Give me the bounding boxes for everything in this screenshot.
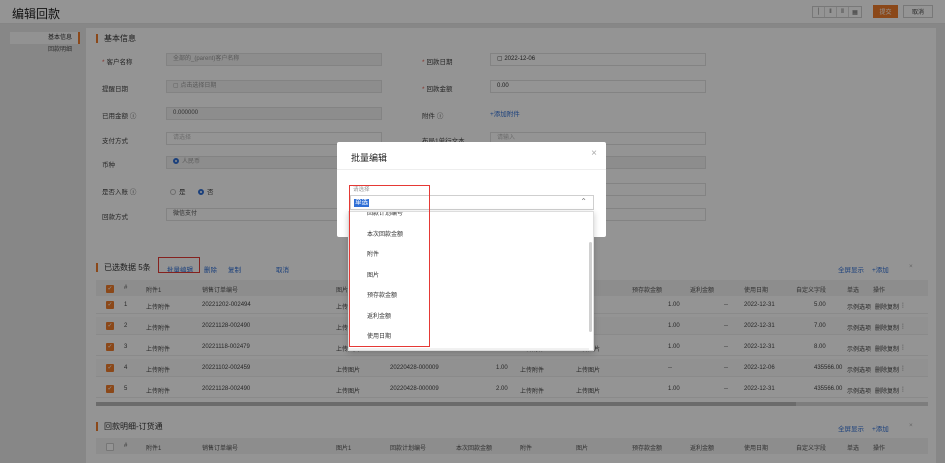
modal-divider [337,169,606,170]
modal-close-icon[interactable]: × [591,148,597,159]
modal-title: 批量编辑 [351,153,388,163]
dropdown-option[interactable]: 自定义字段 [349,347,589,350]
dropdown-scrollbar[interactable] [589,242,592,332]
dropdown-highlight-frame [349,185,430,347]
chevron-up-icon: ⌃ [580,197,587,206]
